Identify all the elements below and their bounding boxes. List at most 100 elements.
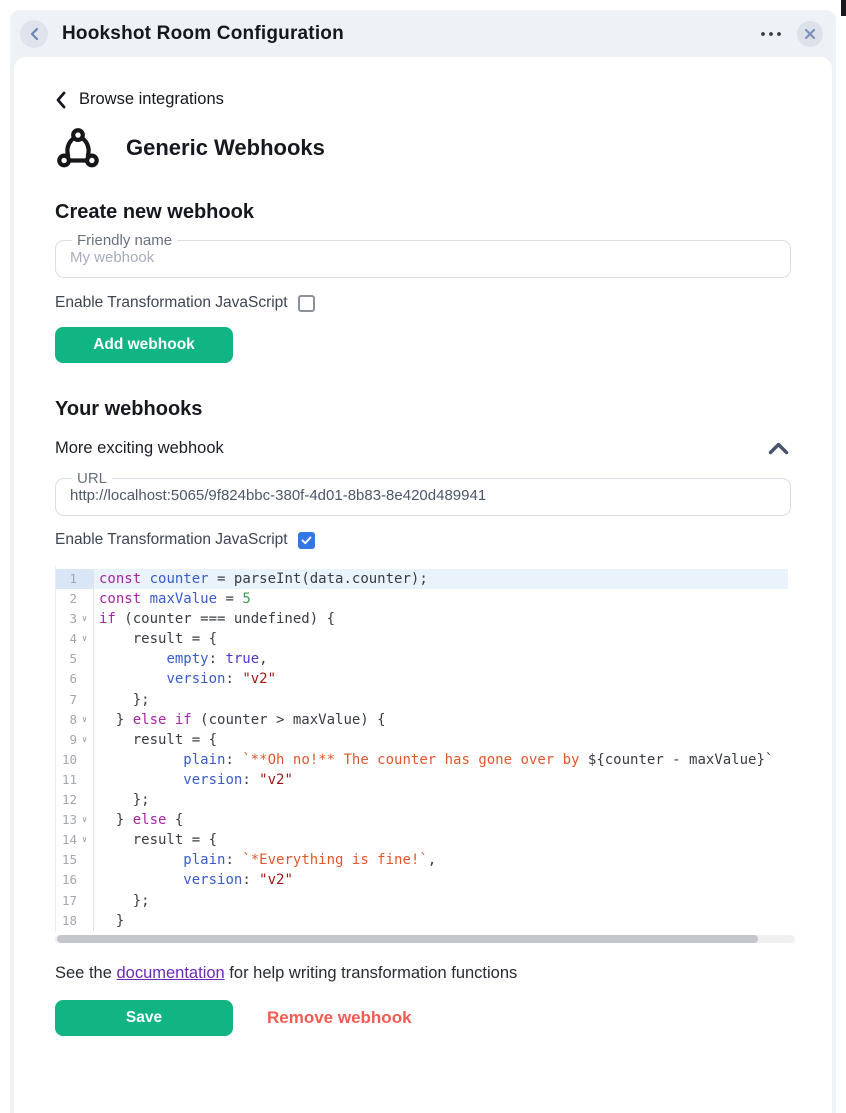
check-icon bbox=[301, 536, 312, 545]
line-number: 9∨ bbox=[56, 730, 94, 750]
back-button[interactable] bbox=[20, 20, 48, 48]
code-line[interactable]: 15 plain: `*Everything is fine!`, bbox=[56, 850, 788, 870]
enable-transform-checkbox[interactable] bbox=[298, 295, 315, 312]
editor-horizontal-scrollbar bbox=[55, 935, 795, 943]
code-text: version: "v2" bbox=[94, 870, 788, 890]
footer-actions: Save Remove webhook bbox=[55, 1000, 791, 1036]
code-text: } bbox=[94, 911, 788, 931]
line-number: 8∨ bbox=[56, 710, 94, 730]
code-text: empty: true, bbox=[94, 649, 788, 669]
remove-webhook-button[interactable]: Remove webhook bbox=[261, 1007, 418, 1029]
friendly-name-fieldset: Friendly name bbox=[55, 233, 791, 278]
line-number: 11 bbox=[56, 770, 94, 790]
line-number: 12 bbox=[56, 790, 94, 810]
enable-transform-row-create: Enable Transformation JavaScript bbox=[55, 294, 315, 312]
webhook-icon bbox=[55, 125, 101, 171]
code-text: plain: `**Oh no!** The counter has gone … bbox=[94, 750, 788, 770]
code-line[interactable]: 16 version: "v2" bbox=[56, 870, 788, 890]
fold-arrow-icon[interactable]: ∨ bbox=[82, 716, 87, 724]
page-scrollbar-thumb[interactable] bbox=[841, 0, 846, 16]
docs-text-prefix: See the bbox=[55, 964, 116, 982]
overflow-menu-button[interactable] bbox=[760, 31, 782, 37]
enable-transform-row-item: Enable Transformation JavaScript bbox=[55, 531, 315, 549]
dialog-title: Hookshot Room Configuration bbox=[62, 23, 344, 45]
chevron-left-icon bbox=[29, 27, 40, 41]
hookshot-config-dialog: Hookshot Room Configuration Browse integ… bbox=[10, 10, 836, 1113]
url-input[interactable] bbox=[68, 486, 778, 508]
code-line[interactable]: 10 plain: `**Oh no!** The counter has go… bbox=[56, 750, 788, 770]
fold-arrow-icon[interactable]: ∨ bbox=[82, 816, 87, 824]
line-number: 14∨ bbox=[56, 830, 94, 850]
line-number: 15 bbox=[56, 850, 94, 870]
your-webhooks-heading: Your webhooks bbox=[55, 398, 791, 421]
code-text: const counter = parseInt(data.counter); bbox=[94, 569, 788, 589]
dialog-body: Browse integrations Generic Webhooks Cre… bbox=[14, 57, 832, 1113]
code-line[interactable]: 17 }; bbox=[56, 891, 788, 911]
documentation-link[interactable]: documentation bbox=[116, 964, 224, 982]
code-text: result = { bbox=[94, 730, 788, 750]
chevron-left-icon bbox=[55, 91, 66, 109]
scrollbar-thumb[interactable] bbox=[57, 935, 758, 943]
code-line[interactable]: 18 } bbox=[56, 911, 788, 931]
code-line[interactable]: 14∨ result = { bbox=[56, 830, 788, 850]
code-text: } else { bbox=[94, 810, 788, 830]
code-editor[interactable]: 1const counter = parseInt(data.counter);… bbox=[55, 566, 788, 932]
docs-help-text: See the documentation for help writing t… bbox=[55, 964, 791, 983]
friendly-name-label: Friendly name bbox=[72, 233, 177, 248]
line-number: 6 bbox=[56, 669, 94, 689]
code-line[interactable]: 4∨ result = { bbox=[56, 629, 788, 649]
code-line[interactable]: 2const maxValue = 5 bbox=[56, 589, 788, 609]
fold-arrow-icon[interactable]: ∨ bbox=[82, 836, 87, 844]
code-line[interactable]: 12 }; bbox=[56, 790, 788, 810]
code-text: const maxValue = 5 bbox=[94, 589, 788, 609]
url-fieldset: URL bbox=[55, 471, 791, 516]
line-number: 13∨ bbox=[56, 810, 94, 830]
code-line[interactable]: 9∨ result = { bbox=[56, 730, 788, 750]
code-text: version: "v2" bbox=[94, 669, 788, 689]
fold-arrow-icon[interactable]: ∨ bbox=[82, 736, 87, 744]
fold-arrow-icon[interactable]: ∨ bbox=[82, 635, 87, 643]
enable-transform-checkbox-checked[interactable] bbox=[298, 532, 315, 549]
save-button[interactable]: Save bbox=[55, 1000, 233, 1036]
code-line[interactable]: 7 }; bbox=[56, 690, 788, 710]
line-number: 4∨ bbox=[56, 629, 94, 649]
code-line[interactable]: 6 version: "v2" bbox=[56, 669, 788, 689]
add-webhook-button[interactable]: Add webhook bbox=[55, 327, 233, 363]
close-button[interactable] bbox=[797, 21, 823, 47]
line-number: 16 bbox=[56, 870, 94, 890]
chevron-up-icon[interactable] bbox=[768, 442, 791, 455]
friendly-name-input[interactable] bbox=[68, 248, 778, 270]
code-text: }; bbox=[94, 891, 788, 911]
code-text: }; bbox=[94, 690, 788, 710]
code-line[interactable]: 5 empty: true, bbox=[56, 649, 788, 669]
close-icon bbox=[804, 28, 816, 40]
line-number: 18 bbox=[56, 911, 94, 931]
code-line[interactable]: 8∨ } else if (counter > maxValue) { bbox=[56, 710, 788, 730]
code-text: } else if (counter > maxValue) { bbox=[94, 710, 788, 730]
code-text: }; bbox=[94, 790, 788, 810]
enable-transform-label: Enable Transformation JavaScript bbox=[55, 294, 288, 312]
header-actions bbox=[760, 21, 823, 47]
webhook-item-header[interactable]: More exciting webhook bbox=[55, 439, 791, 458]
code-text: result = { bbox=[94, 830, 788, 850]
code-text: if (counter === undefined) { bbox=[94, 609, 788, 629]
code-line[interactable]: 11 version: "v2" bbox=[56, 770, 788, 790]
line-number: 2 bbox=[56, 589, 94, 609]
line-number: 7 bbox=[56, 690, 94, 710]
docs-text-suffix: for help writing transformation function… bbox=[225, 964, 518, 982]
line-number: 3∨ bbox=[56, 609, 94, 629]
code-line[interactable]: 3∨if (counter === undefined) { bbox=[56, 609, 788, 629]
code-text: plain: `*Everything is fine!`, bbox=[94, 850, 788, 870]
line-number: 1 bbox=[56, 569, 94, 589]
code-line[interactable]: 1const counter = parseInt(data.counter); bbox=[56, 569, 788, 589]
url-label: URL bbox=[72, 471, 112, 486]
browse-integrations-link[interactable]: Browse integrations bbox=[55, 90, 224, 109]
service-title: Generic Webhooks bbox=[126, 135, 325, 161]
service-header: Generic Webhooks bbox=[55, 125, 791, 171]
line-number: 5 bbox=[56, 649, 94, 669]
line-number: 17 bbox=[56, 891, 94, 911]
code-line[interactable]: 13∨ } else { bbox=[56, 810, 788, 830]
fold-arrow-icon[interactable]: ∨ bbox=[82, 615, 87, 623]
code-text: result = { bbox=[94, 629, 788, 649]
line-number: 10 bbox=[56, 750, 94, 770]
